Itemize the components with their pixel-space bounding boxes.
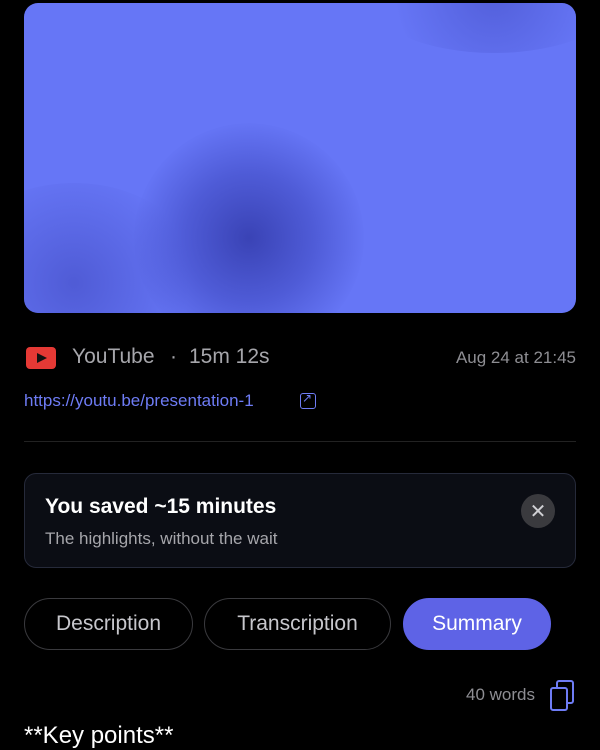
divider	[24, 441, 576, 442]
video-duration: 15m 12s	[189, 345, 270, 368]
tab-summary[interactable]: Summary	[403, 598, 551, 650]
video-thumbnail[interactable]	[24, 3, 576, 313]
time-saved-card: You saved ~15 minutes The highlights, wi…	[24, 473, 576, 568]
tab-description[interactable]: Description	[24, 598, 193, 650]
time-saved-title: You saved ~15 minutes	[45, 495, 277, 518]
word-count: 40 words	[466, 685, 535, 704]
summary-text: **Key points**	[24, 722, 174, 749]
copy-icon[interactable]	[550, 680, 574, 711]
youtube-icon	[26, 347, 56, 369]
meta-separator: ·	[170, 345, 177, 368]
tab-transcription[interactable]: Transcription	[204, 598, 391, 650]
external-link-icon[interactable]	[300, 391, 316, 409]
video-url-link[interactable]: https://youtu.be/presentation-1	[24, 391, 254, 411]
video-date: Aug 24 at 21:45	[455, 348, 576, 367]
close-icon[interactable]: ✕	[521, 494, 555, 528]
video-source: YouTube	[72, 345, 155, 368]
thumbnail-shade	[364, 3, 576, 53]
copy-icon-front	[550, 687, 568, 711]
time-saved-subtitle: The highlights, without the wait	[45, 529, 278, 548]
video-meta-row: YouTube · 15m 12s Aug 24 at 21:45	[24, 342, 576, 374]
